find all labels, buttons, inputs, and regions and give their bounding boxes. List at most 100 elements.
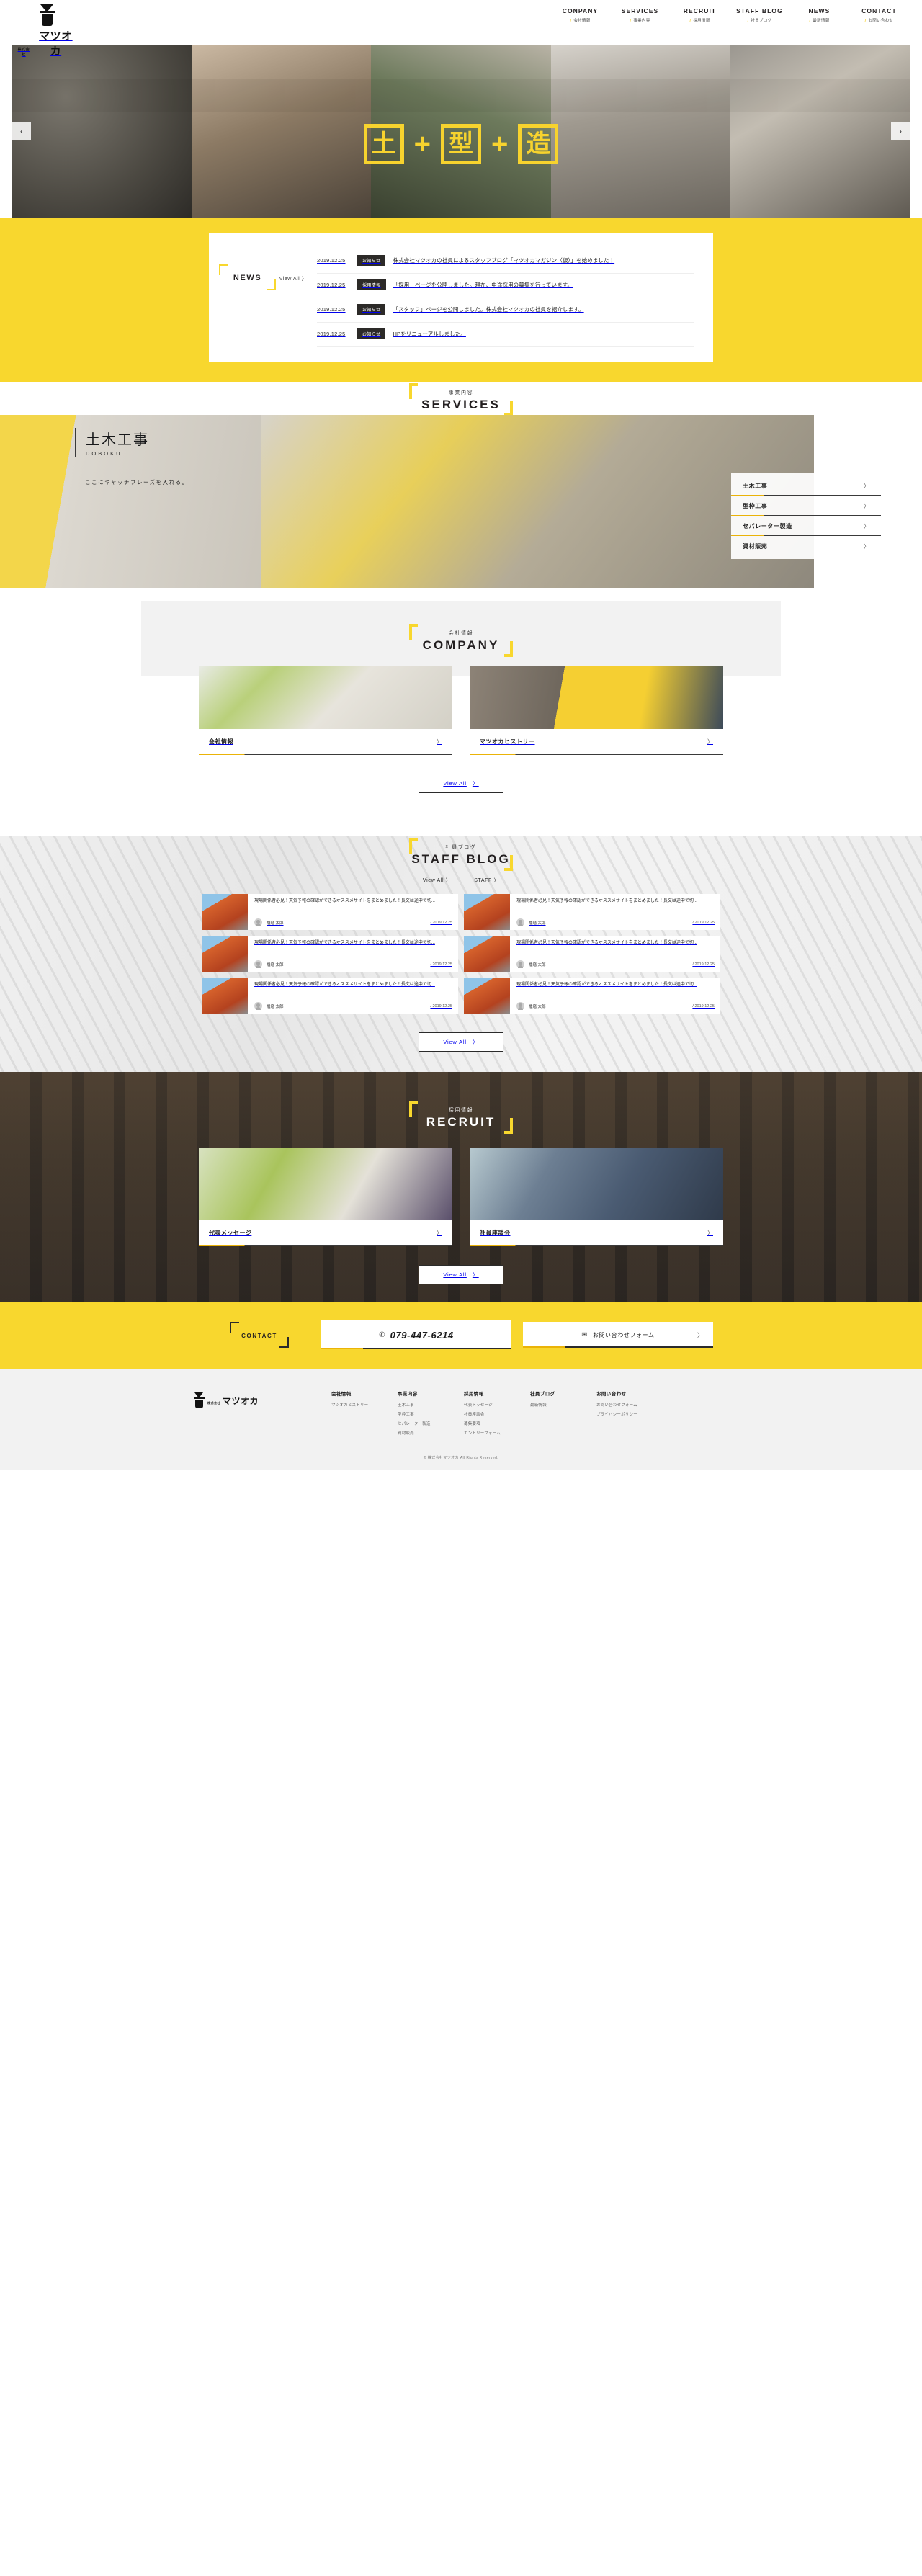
phone-icon: ✆	[379, 1331, 385, 1339]
nav-item-staff-blog[interactable]: STAFF BLOG 社員ブログ	[730, 7, 789, 23]
homepage: 株式会社 マツオカ CONPANY 会社情報 SERVICES 事業内容 REC…	[0, 0, 922, 1470]
logo-cup-icon	[193, 1397, 205, 1408]
services-menu-item-separator[interactable]: セパレーター製造 〉	[731, 516, 881, 536]
staff-blog-content: 社員ブログ STAFF BLOG View All 〉 STAFF 〉 現場関係…	[0, 836, 922, 1052]
recruit-view-all-label: View All	[443, 1271, 467, 1278]
hero-overlay-band	[12, 79, 910, 112]
recruit-section: 採用情報 RECRUIT 代表メッセージ 〉 社員座談会 〉 View All …	[0, 1072, 922, 1302]
company-view-all-button[interactable]: View All 〉	[419, 774, 503, 793]
contact-section: CONTACT ✆ 079-447-6214 ✉ お問い合わせフォーム 〉	[0, 1302, 922, 1369]
logo-cup-icon	[39, 11, 55, 26]
footer-link[interactable]: 社員座談会	[464, 1411, 530, 1417]
news-item[interactable]: 2019.12.25 お知らせ HPをリニューアルしました。	[317, 323, 694, 347]
nav-item-news[interactable]: NEWS 最新情報	[789, 7, 849, 23]
footer-link[interactable]: 最新情報	[530, 1402, 596, 1408]
blog-post-body: 現場関係者必見！天気予報の確認ができるオススメサイトをまとめました！長文は途中で…	[248, 894, 458, 930]
services-menu: 土木工事 〉 型枠工事 〉 セパレーター製造 〉 資材販売 〉	[731, 473, 881, 559]
chevron-right-icon: 〉	[864, 503, 869, 509]
blog-post-card[interactable]: 現場関係者必見！天気予報の確認ができるオススメサイトをまとめました！長文は途中で…	[202, 894, 458, 930]
nav-item-services[interactable]: SERVICES 事業内容	[610, 7, 670, 23]
hero-kanji-do: 土	[363, 124, 404, 164]
services-menu-item-doboku[interactable]: 土木工事 〉	[731, 475, 881, 496]
services-feature-catch: ここにキャッチフレーズを入れる。	[85, 479, 189, 486]
footer-logo-text: 株式会社 マツオカ	[207, 1395, 259, 1407]
blog-post-thumbnail	[464, 936, 510, 972]
footer-link[interactable]: 資材販売	[398, 1430, 464, 1436]
contact-phone-number: 079-447-6214	[390, 1330, 454, 1341]
company-card-label: 会社情報	[209, 738, 233, 745]
company-heading-en: COMPANY	[422, 638, 500, 652]
news-list: 2019.12.25 お知らせ 株式会社マツオカの社員によるスタッフブログ「マツ…	[317, 249, 694, 347]
news-item[interactable]: 2019.12.25 お知らせ 株式会社マツオカの社員によるスタッフブログ「マツ…	[317, 249, 694, 274]
logo-mark-icon	[193, 1392, 205, 1408]
hero-prev-arrow-icon[interactable]: ‹	[12, 122, 31, 140]
footer-link[interactable]: お問い合わせフォーム	[596, 1402, 683, 1408]
nav-item-company[interactable]: CONPANY 会社情報	[550, 7, 610, 23]
staff-blog-heading-en: STAFF BLOG	[411, 852, 511, 866]
chevron-right-icon: 〉	[707, 1230, 713, 1236]
footer-link[interactable]: マツオカヒストリー	[331, 1402, 398, 1408]
blog-post-body: 現場関係者必見！天気予報の確認ができるオススメサイトをまとめました！長文は途中で…	[248, 978, 458, 1014]
blog-post-card[interactable]: 現場関係者必見！天気予報の確認ができるオススメサイトをまとめました！長文は途中で…	[464, 936, 720, 972]
nav-label-jp: 最新情報	[789, 17, 849, 23]
company-section: 会社情報 COMPANY 会社情報 〉 マツオカヒストリー 〉 View All…	[0, 588, 922, 808]
news-tag: お知らせ	[357, 255, 386, 266]
contact-phone-button[interactable]: ✆ 079-447-6214	[321, 1320, 511, 1349]
copyright: © 株式会社マツオカ All Rights Reserved.	[423, 1456, 499, 1460]
blog-post-author: 播磨 太郎	[529, 1004, 546, 1009]
hero-plus-icon: +	[491, 128, 509, 160]
recruit-card-label: 社員座談会	[480, 1230, 511, 1236]
blog-post-author: 播磨 太郎	[267, 962, 284, 967]
blog-post-author: 播磨 太郎	[529, 921, 546, 926]
contact-form-button[interactable]: ✉ お問い合わせフォーム 〉	[523, 1322, 713, 1348]
blog-post-thumbnail	[202, 936, 248, 972]
blog-post-date: 2019.12.25	[430, 921, 452, 925]
footer-link[interactable]: プライバシーポリシー	[596, 1411, 683, 1417]
footer-link[interactable]: 代表メッセージ	[464, 1402, 530, 1408]
services-menu-label: 土木工事	[743, 483, 768, 489]
news-item[interactable]: 2019.12.25 採用情報 「採用」ページを公開しました。現在、中途採用の募…	[317, 274, 694, 298]
staff-blog-view-all-link[interactable]: View All 〉	[423, 877, 451, 884]
news-view-all-link[interactable]: View All 〉	[279, 275, 307, 282]
blog-post-author: 播磨 太郎	[267, 1004, 284, 1009]
services-menu-item-katawaku[interactable]: 型枠工事 〉	[731, 496, 881, 516]
avatar-icon	[516, 1002, 524, 1010]
site-logo[interactable]: 株式会社 マツオカ	[16, 4, 78, 58]
footer-link[interactable]: 募集要項	[464, 1421, 530, 1426]
company-card-info[interactable]: 会社情報 〉	[199, 666, 452, 755]
blog-post-thumbnail	[464, 978, 510, 1014]
recruit-card-roundtable[interactable]: 社員座談会 〉	[470, 1148, 723, 1246]
blog-post-author: 播磨 太郎	[529, 962, 546, 967]
recruit-view-all-button[interactable]: View All 〉	[419, 1265, 503, 1284]
avatar-icon	[516, 960, 524, 968]
nav-label-en: CONTACT	[861, 7, 897, 14]
footer-link[interactable]: エントリーフォーム	[464, 1430, 530, 1436]
footer-link[interactable]: 型枠工事	[398, 1411, 464, 1417]
nav-item-recruit[interactable]: RECRUIT 採用情報	[670, 7, 730, 23]
news-title: NEWS	[233, 274, 262, 282]
footer-logo[interactable]: 株式会社 マツオカ	[193, 1390, 331, 1439]
services-section: 事業内容 SERVICES 土木工事 DOBOKU ここにキャッチフレーズを入れ…	[0, 382, 922, 588]
hero-plus-icon: +	[413, 128, 431, 160]
chevron-right-icon: 〉	[697, 1332, 703, 1338]
news-tag: お知らせ	[357, 304, 386, 315]
blog-post-card[interactable]: 現場関係者必見！天気予報の確認ができるオススメサイトをまとめました！長文は途中で…	[464, 978, 720, 1014]
nav-item-contact[interactable]: CONTACT お問い合わせ	[849, 7, 909, 23]
hero-next-arrow-icon[interactable]: ›	[891, 122, 910, 140]
bracket-top-left-icon	[409, 624, 418, 640]
footer-link[interactable]: 土木工事	[398, 1402, 464, 1408]
blog-post-card[interactable]: 現場関係者必見！天気予報の確認ができるオススメサイトをまとめました！長文は途中で…	[202, 936, 458, 972]
staff-blog-staff-link[interactable]: STAFF 〉	[474, 877, 499, 884]
news-item[interactable]: 2019.12.25 お知らせ 「スタッフ」ページを公開しました。株式会社マツオ…	[317, 298, 694, 323]
nav-label-en: RECRUIT	[683, 7, 717, 14]
footer-link[interactable]: セパレーター製造	[398, 1421, 464, 1426]
blog-post-card[interactable]: 現場関係者必見！天気予報の確認ができるオススメサイトをまとめました！長文は途中で…	[202, 978, 458, 1014]
company-card-history[interactable]: マツオカヒストリー 〉	[470, 666, 723, 755]
mail-icon: ✉	[581, 1331, 588, 1339]
staff-blog-view-all-button[interactable]: View All 〉	[419, 1032, 503, 1052]
avatar-icon	[254, 1002, 262, 1010]
services-menu-item-shizai[interactable]: 資材販売 〉	[731, 536, 881, 556]
recruit-card-message[interactable]: 代表メッセージ 〉	[199, 1148, 452, 1246]
nav-label-jp: 社員ブログ	[730, 17, 789, 23]
blog-post-card[interactable]: 現場関係者必見！天気予報の確認ができるオススメサイトをまとめました！長文は途中で…	[464, 894, 720, 930]
